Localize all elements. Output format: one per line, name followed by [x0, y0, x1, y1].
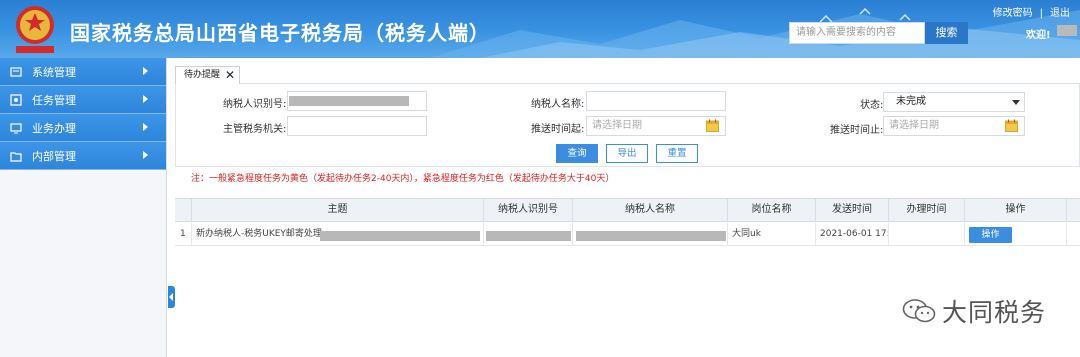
- tab-label: 待办提醒: [184, 70, 221, 80]
- column-header[interactable]: 纳税人识别号: [484, 199, 573, 222]
- chevron-right-icon: [143, 151, 148, 159]
- search-input[interactable]: 请输入需要搜索的内容: [789, 22, 925, 44]
- tax-emblem-logo: [16, 6, 54, 53]
- taxpayer-id-label: 纳税人识别号:: [223, 99, 287, 110]
- date-placeholder: 请选择日期: [889, 120, 939, 131]
- table-header: 主题 纳税人识别号 纳税人名称 岗位名称 发送时间 办理时间 操作: [175, 199, 1080, 222]
- tax-authority-input[interactable]: [287, 116, 427, 136]
- watermark-text: 大同税务: [942, 298, 1047, 327]
- sidebar-item-internal[interactable]: 内部管理: [0, 142, 166, 170]
- redacted-value: [576, 231, 726, 241]
- site-title: 国家税务总局山西省电子税务局（税务人端）: [70, 21, 490, 45]
- post-cell: 大同uk: [728, 223, 816, 246]
- chevron-right-icon: [143, 67, 148, 75]
- reset-button[interactable]: 重置: [656, 144, 698, 163]
- change-password-link[interactable]: 修改密码: [993, 4, 1033, 19]
- taxpayer-name-input[interactable]: [586, 91, 726, 111]
- subject-text: 新办纳税人-税务UKEY邮寄处理-: [196, 229, 326, 239]
- welcome-text: 欢迎!: [1026, 30, 1051, 41]
- task-icon: [10, 93, 22, 106]
- column-header[interactable]: 发送时间: [816, 199, 889, 222]
- push-end-date-input[interactable]: 请选择日期: [883, 116, 1025, 136]
- chevron-right-icon: [143, 95, 148, 103]
- chevron-right-icon: [143, 123, 148, 131]
- monitor-icon: [10, 122, 22, 133]
- column-header[interactable]: 纳税人名称: [573, 199, 728, 222]
- tab-todo-reminder[interactable]: 待办提醒 ✕: [175, 66, 240, 84]
- export-button[interactable]: 导出: [606, 144, 648, 163]
- operate-button[interactable]: 操作: [969, 227, 1012, 243]
- sidebar-item-task[interactable]: 任务管理: [0, 86, 166, 114]
- status-select[interactable]: 未完成: [883, 92, 1025, 112]
- table-row[interactable]: 1 新办纳税人-税务UKEY邮寄处理- 大同uk 2021-06-01 17:0…: [175, 223, 1080, 246]
- chevron-down-icon: [1012, 100, 1020, 105]
- app-header: 国家税务总局山西省电子税务局（税务人端） 修改密码 | 退出 请输入需要搜索的内容 …: [0, 0, 1080, 58]
- column-header[interactable]: 操作: [965, 199, 1067, 222]
- redacted-value: [486, 231, 571, 241]
- column-header[interactable]: 办理时间: [889, 199, 965, 222]
- logout-link[interactable]: 退出: [1050, 4, 1070, 19]
- user-name-redacted: [1057, 25, 1077, 36]
- todo-table: 主题 纳税人识别号 纳税人名称 岗位名称 发送时间 办理时间 操作 1 新办纳税…: [175, 198, 1080, 357]
- sidebar: 系统管理 任务管理 业务办理 内部管理: [0, 58, 167, 357]
- status-value: 未完成: [896, 96, 926, 107]
- calendar-icon[interactable]: [706, 119, 719, 132]
- close-icon[interactable]: ✕: [225, 67, 235, 84]
- query-button[interactable]: 查询: [556, 144, 598, 163]
- folder-icon: [10, 151, 22, 162]
- system-icon: [10, 66, 22, 77]
- date-placeholder: 请选择日期: [592, 120, 642, 131]
- handle-time-cell: [889, 223, 965, 246]
- push-start-label: 推送时间起:: [531, 124, 585, 135]
- column-header[interactable]: 主题: [192, 199, 484, 222]
- status-label: 状态:: [860, 100, 884, 111]
- sidebar-item-label: 任务管理: [32, 93, 76, 107]
- send-time-cell: 2021-06-01 17:08: [816, 223, 889, 246]
- push-start-date-input[interactable]: 请选择日期: [586, 116, 726, 136]
- search-button[interactable]: 搜索: [925, 22, 968, 44]
- push-end-label: 推送时间止:: [830, 125, 884, 136]
- taxpayer-name-label: 纳税人名称:: [531, 99, 585, 110]
- urgency-note: 注：一般紧急程度任务为黄色（发起待办任务2-40天内），紧急程度任务为红色（发起…: [191, 174, 615, 184]
- calendar-icon[interactable]: [1005, 119, 1018, 132]
- sidebar-item-business[interactable]: 业务办理: [0, 114, 166, 142]
- tab-bar: 待办提醒 ✕: [175, 64, 1080, 84]
- row-number: 1: [175, 223, 192, 246]
- sidebar-collapse-handle[interactable]: [168, 286, 175, 308]
- redacted-value: [320, 231, 480, 241]
- column-header[interactable]: 岗位名称: [728, 199, 816, 222]
- tax-authority-label: 主管税务机关:: [223, 124, 287, 135]
- sidebar-item-system[interactable]: 系统管理: [0, 58, 166, 86]
- top-links: 修改密码 | 退出: [993, 4, 1070, 19]
- wechat-watermark: 大同税务: [902, 293, 1046, 329]
- wechat-icon: [902, 299, 936, 323]
- sidebar-item-label: 业务办理: [32, 121, 76, 135]
- sidebar-item-label: 内部管理: [32, 149, 76, 163]
- sidebar-item-label: 系统管理: [32, 65, 76, 79]
- redacted-value: [289, 96, 409, 106]
- row-number-header: [175, 199, 192, 222]
